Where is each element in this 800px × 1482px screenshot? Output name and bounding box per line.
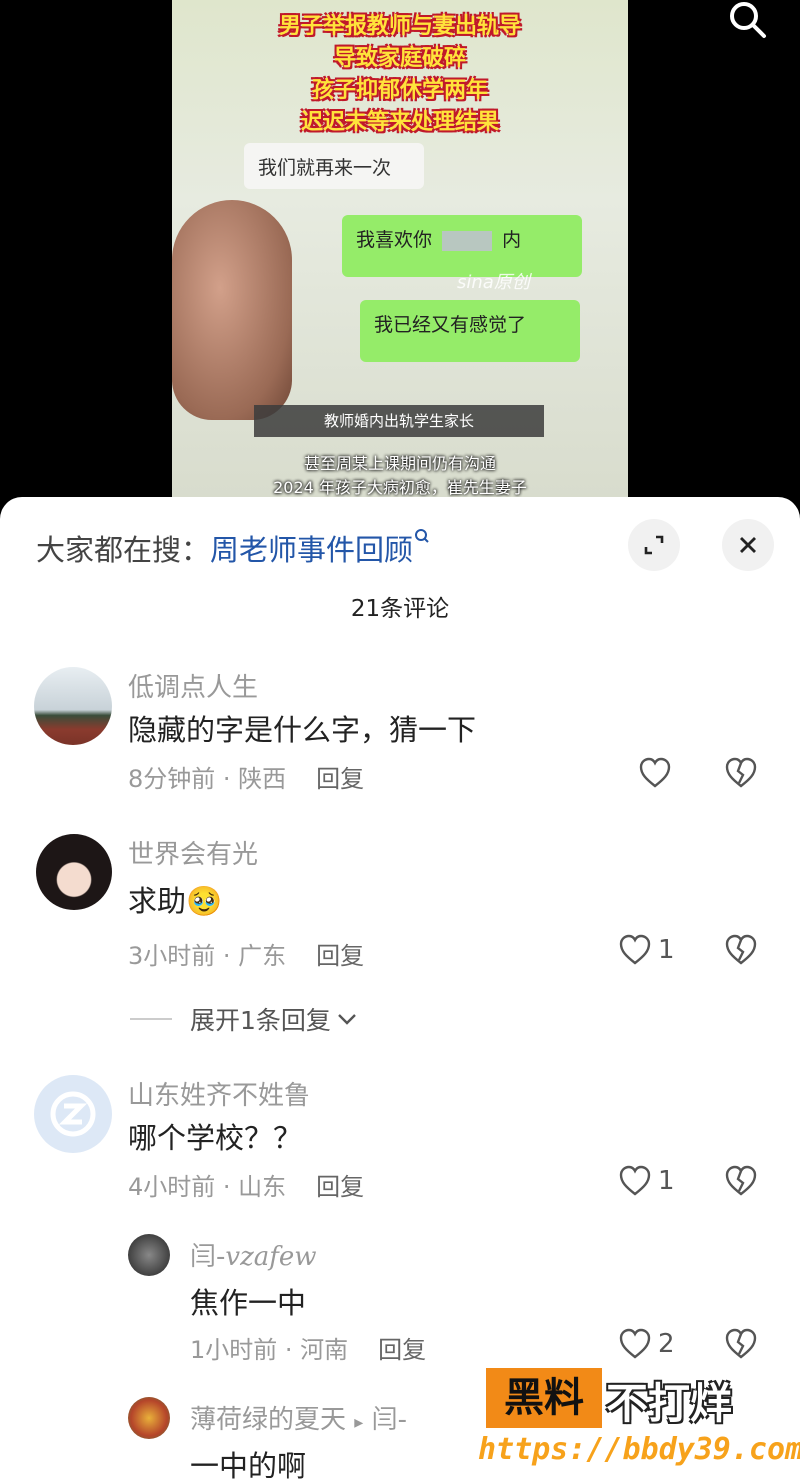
dislike-button[interactable] — [724, 934, 758, 970]
dislike-button[interactable] — [724, 1165, 758, 1201]
divider — [130, 1018, 172, 1020]
comment-location: 广东 — [238, 942, 287, 970]
comment-author[interactable]: 世界会有光 — [128, 834, 258, 871]
chat-text: 我喜欢你 — [356, 229, 433, 251]
close-button[interactable] — [722, 519, 774, 571]
comment-item: 低调点人生 隐藏的字是什么字，猜一下 8分钟前 · 陕西 回复 — [0, 667, 800, 817]
comment-count: 21条评论 — [350, 596, 450, 622]
comment-meta: 8分钟前 · 陕西 回复 — [128, 765, 365, 793]
video-subtitle: 2024 年孩子大病初愈，崔先生妻子 — [273, 478, 527, 497]
comment-author[interactable]: 低调点人生 — [128, 667, 258, 704]
search-icon — [415, 529, 429, 543]
comment-time: 4小时前 — [128, 1173, 216, 1201]
avatar[interactable] — [36, 834, 112, 910]
blurred-text — [442, 230, 493, 251]
reply-author[interactable]: 闫-vzafew — [190, 1236, 317, 1273]
reply-item: 闫-vzafew 焦作一中 1小时前 · 河南 回复 2 — [0, 1234, 800, 1374]
ad-title: 不打烊 — [606, 1379, 733, 1428]
heart-icon — [619, 934, 651, 965]
chat-bubble-grey: 我们就再来一次 — [244, 143, 424, 189]
avatar[interactable] — [34, 667, 112, 745]
reply-button[interactable]: 回复 — [316, 765, 364, 793]
chat-text: 内 — [502, 229, 522, 251]
reply-arrow-icon: ▸ — [354, 1412, 364, 1433]
video-caption-line: 迟迟未等来处理结果 — [300, 110, 499, 135]
dislike-button[interactable] — [724, 1328, 758, 1364]
heart-icon — [619, 1165, 651, 1196]
video-caption-line: 导致家庭破碎 — [333, 46, 466, 71]
like-count: 2 — [658, 1329, 675, 1359]
reply-text: 焦作一中 — [190, 1286, 307, 1320]
like-button[interactable] — [638, 757, 672, 789]
expand-replies-label[interactable]: 展开1条回复 — [190, 1001, 331, 1037]
reply-button[interactable]: 回复 — [316, 942, 364, 970]
comment-text: 求助🥹 — [128, 884, 223, 918]
reply-time: 1小时前 — [190, 1336, 278, 1364]
default-avatar-icon — [50, 1091, 96, 1137]
avatar[interactable] — [34, 1075, 112, 1153]
reply-author[interactable]: 薄荷绿的夏天 ▸ 闫- — [190, 1399, 407, 1436]
ad-badge: 黑料 — [486, 1368, 602, 1428]
close-icon — [740, 537, 756, 553]
search-button[interactable] — [722, 0, 774, 44]
comment-meta: 3小时前 · 广东 回复 — [128, 942, 365, 970]
dislike-button[interactable] — [724, 757, 758, 793]
video-frame: 男子举报教师与妻出轨导 导致家庭破碎 孩子抑郁休学两年 迟迟未等来处理结果 我们… — [172, 0, 628, 500]
ad-url[interactable]: https://bbdy39.com — [478, 1432, 800, 1467]
search-icon — [730, 2, 766, 38]
reply-button[interactable]: 回复 — [378, 1336, 426, 1364]
video-subtitle: 甚至周某上课期间仍有沟通 — [303, 454, 496, 473]
reply-to-name[interactable]: 闫- — [372, 1405, 407, 1435]
comment-author[interactable]: 山东姓齐不姓鲁 — [128, 1075, 310, 1112]
video-caption-line: 孩子抑郁休学两年 — [311, 78, 488, 103]
video-subtitle-box: 教师婚内出轨学生家长 — [254, 405, 544, 437]
like-button[interactable]: 1 — [618, 1165, 675, 1197]
hot-search-link[interactable]: 周老师事件回顾 — [210, 529, 431, 567]
comment-text: 哪个学校？？ — [128, 1121, 303, 1155]
expand-icon — [644, 535, 664, 555]
like-button[interactable]: 1 — [618, 934, 675, 966]
finger-image — [172, 200, 292, 420]
reply-author-name[interactable]: 闫- — [190, 1242, 225, 1272]
broken-heart-icon — [725, 1328, 757, 1359]
comment-location: 山东 — [238, 1173, 287, 1201]
comment-location: 陕西 — [238, 765, 287, 793]
video-caption-line: 男子举报教师与妻出轨导 — [278, 14, 521, 39]
reply-author-name[interactable]: 薄荷绿的夏天 — [190, 1405, 346, 1435]
hot-search: 大家都在搜：周老师事件回顾 — [36, 527, 431, 569]
comment-sheet: 大家都在搜：周老师事件回顾 21条评论 低调点人生 隐藏的字是什么字，猜一下 8… — [0, 497, 800, 1482]
heart-icon — [619, 1328, 651, 1359]
reply-text: 一中的啊 — [190, 1449, 307, 1482]
reply-meta: 1小时前 · 河南 回复 — [190, 1336, 427, 1364]
broken-heart-icon — [725, 757, 757, 788]
expand-replies[interactable]: 展开1条回复 — [130, 1001, 359, 1037]
hot-search-label: 大家都在搜： — [36, 533, 211, 567]
heart-icon — [639, 757, 671, 788]
broken-heart-icon — [725, 934, 757, 965]
comment-item: 世界会有光 求助🥹 3小时前 · 广东 回复 1 — [0, 834, 800, 984]
avatar[interactable] — [128, 1397, 170, 1439]
comment-text: 隐藏的字是什么字，猜一下 — [128, 713, 477, 747]
like-count: 1 — [658, 935, 675, 965]
reply-button[interactable]: 回复 — [316, 1173, 364, 1201]
like-count: 1 — [658, 1166, 675, 1196]
video-player[interactable]: 男子举报教师与妻出轨导 导致家庭破碎 孩子抑郁休学两年 迟迟未等来处理结果 我们… — [0, 0, 800, 505]
ad-watermark[interactable]: 黑料 不打烊 https://bbdy39.com — [478, 1368, 800, 1478]
comment-item: 山东姓齐不姓鲁 哪个学校？？ 4小时前 · 山东 回复 1 — [0, 1075, 800, 1225]
reply-author-script[interactable]: vzafew — [225, 1242, 316, 1272]
expand-button[interactable] — [628, 519, 680, 571]
comment-meta: 4小时前 · 山东 回复 — [128, 1173, 365, 1201]
video-watermark: sina原创 — [457, 272, 530, 293]
reply-location: 河南 — [300, 1336, 349, 1364]
avatar[interactable] — [128, 1234, 170, 1276]
chevron-down-icon — [338, 1014, 356, 1025]
hot-search-link-text[interactable]: 周老师事件回顾 — [210, 533, 413, 567]
like-button[interactable]: 2 — [618, 1328, 675, 1360]
broken-heart-icon — [725, 1165, 757, 1196]
comment-time: 3小时前 — [128, 942, 216, 970]
chat-bubble-green: 我已经又有感觉了 — [360, 300, 580, 362]
comment-time: 8分钟前 — [128, 765, 216, 793]
